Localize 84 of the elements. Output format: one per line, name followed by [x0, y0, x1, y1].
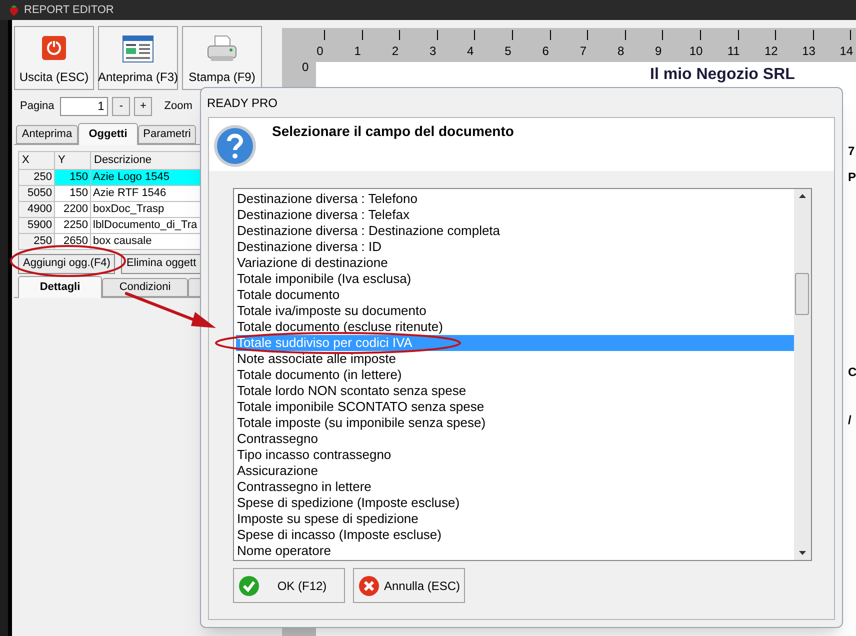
toolbar-button[interactable]: Anteprima (F3): [98, 26, 178, 90]
scroll-down-icon[interactable]: [799, 551, 806, 555]
list-item[interactable]: Destinazione diversa : Telefono: [236, 191, 794, 207]
table-cell: 150: [54, 169, 90, 185]
window-icon: [122, 35, 154, 63]
tab[interactable]: Condizioni: [102, 278, 188, 296]
list-item[interactable]: Tipo incasso contrassegno: [236, 447, 794, 463]
table-cell: 5900: [18, 217, 54, 233]
list-item[interactable]: Totale lordo NON scontato senza spese: [236, 383, 794, 399]
list-item[interactable]: Variazione di destinazione: [236, 255, 794, 271]
ok-button[interactable]: OK (F12): [233, 568, 345, 603]
ruler-number: 1: [354, 43, 361, 60]
document-text: 7: [848, 143, 855, 160]
ruler-number: 3: [429, 43, 436, 60]
checkmark-icon: [238, 574, 260, 596]
document-text: C: [848, 364, 856, 381]
ruler-number: 11: [727, 43, 740, 60]
toolbar-button[interactable]: Uscita (ESC): [14, 26, 94, 90]
table-cell: 5050: [18, 185, 54, 201]
toolbar-button[interactable]: Stampa (F9): [182, 26, 262, 90]
ruler-number: 10: [689, 43, 703, 60]
table-cell: 2250: [54, 217, 90, 233]
window-title: REPORT EDITOR: [24, 2, 114, 18]
column-header: Y: [54, 152, 90, 169]
previous-page-button[interactable]: -: [112, 96, 130, 116]
ruler-number: 14: [840, 43, 854, 60]
document-text: P: [848, 169, 856, 186]
page-label: Pagina: [20, 98, 54, 114]
list-item[interactable]: Totale documento (in lettere): [236, 367, 794, 383]
tab[interactable]: Oggetti: [78, 123, 138, 145]
table-cell: 250: [18, 169, 54, 185]
tab[interactable]: Anteprima: [16, 125, 78, 144]
ruler-number: 2: [392, 43, 399, 60]
ruler-number: 9: [655, 43, 662, 60]
delete-object-button[interactable]: Elimina oggett: [121, 254, 202, 274]
list-item[interactable]: Contrassegno: [236, 431, 794, 447]
question-icon: [213, 124, 257, 168]
printer-icon: [206, 35, 238, 63]
cancel-button[interactable]: Annulla (ESC): [353, 568, 465, 603]
ruler-number: 8: [617, 43, 624, 60]
table-cell: 4900: [18, 201, 54, 217]
list-item[interactable]: Destinazione diversa : ID: [236, 239, 794, 255]
scroll-thumb[interactable]: [795, 273, 809, 315]
strawberry-icon: [8, 4, 20, 16]
ruler-number: 13: [802, 43, 816, 60]
next-page-button[interactable]: +: [134, 96, 152, 116]
list-item[interactable]: Destinazione diversa : Telefax: [236, 207, 794, 223]
list-item[interactable]: Contrassegno in lettere: [236, 479, 794, 495]
list-item[interactable]: Nome operatore: [236, 543, 794, 559]
table-cell: 150: [54, 185, 90, 201]
zoom-label: Zoom: [164, 98, 192, 114]
add-object-button[interactable]: Aggiungi ogg.(F4): [18, 254, 116, 274]
ruler-number: 0: [302, 59, 309, 76]
list-item[interactable]: Totale imposte (su imponibile senza spese): [236, 415, 794, 431]
table-cell: 2200: [54, 201, 90, 217]
list-item[interactable]: Imposte su spese di spedizione: [236, 511, 794, 527]
list-item[interactable]: Totale imponibile (Iva esclusa): [236, 271, 794, 287]
list-item[interactable]: Assicurazione: [236, 463, 794, 479]
page-input[interactable]: 1: [60, 96, 108, 116]
ruler-number: 6: [542, 43, 549, 60]
ruler-number: 0: [316, 43, 324, 60]
list-item[interactable]: Totale documento: [236, 287, 794, 303]
ruler-number: 12: [764, 43, 778, 60]
tab[interactable]: Dettagli: [18, 276, 102, 298]
power-icon: [41, 35, 67, 61]
dialog-title: READY PRO: [207, 95, 278, 112]
ruler-number: 7: [580, 43, 587, 60]
list-item[interactable]: Spese di spedizione (Imposte escluse): [236, 495, 794, 511]
list-item[interactable]: Note associate alle imposte: [236, 351, 794, 367]
list-item[interactable]: Totale documento (escluse ritenute): [236, 319, 794, 335]
ruler-number: 4: [467, 43, 474, 60]
column-header: X: [18, 152, 54, 169]
dialog-heading: Selezionare il campo del documento: [272, 122, 514, 141]
list-item[interactable]: Spese di incasso (Imposte escluse): [236, 527, 794, 543]
scrollbar[interactable]: [794, 189, 811, 560]
scroll-up-icon[interactable]: [799, 194, 806, 198]
ruler-number: 5: [504, 43, 512, 60]
list-item[interactable]: Totale imponibile SCONTATO senza spese: [236, 399, 794, 415]
list-item[interactable]: Destinazione diversa : Destinazione completa: [236, 223, 794, 239]
tab[interactable]: Parametri: [138, 125, 196, 144]
close-icon: [358, 574, 380, 596]
list-item[interactable]: Totale iva/imposte su documento: [236, 303, 794, 319]
company-name: Il mio Negozio SRL: [650, 65, 795, 85]
document-text: /: [848, 412, 852, 429]
